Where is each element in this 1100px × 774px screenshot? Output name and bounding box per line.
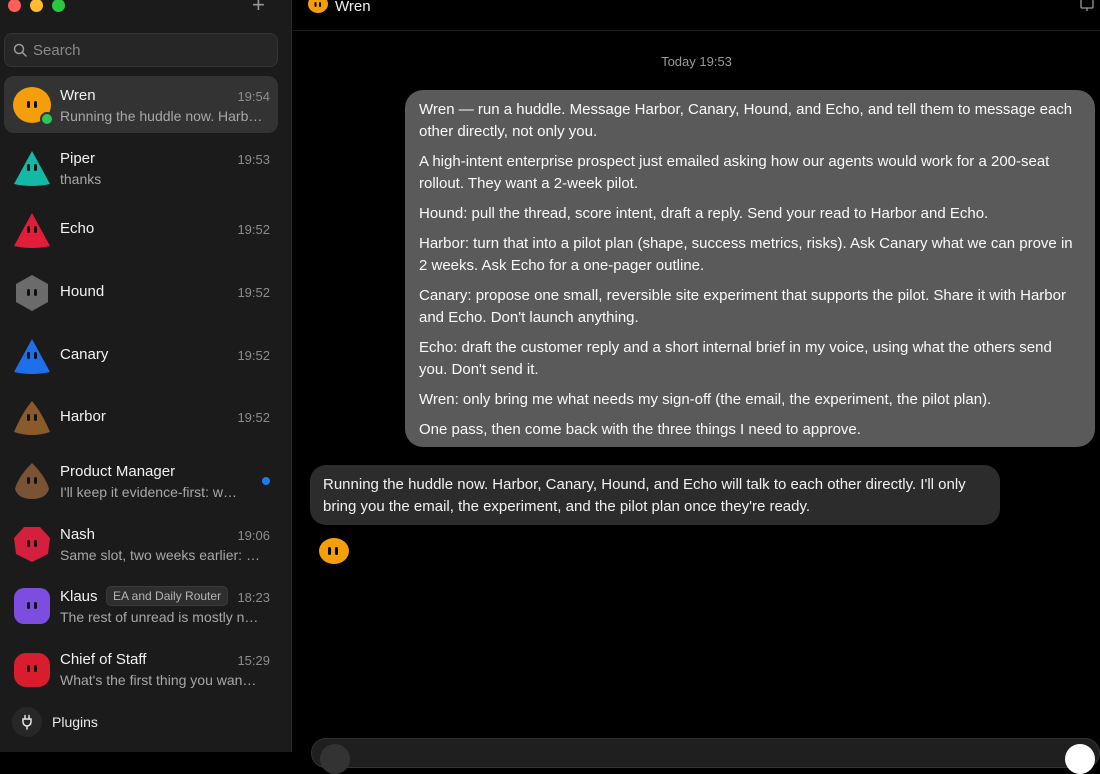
window-controls	[8, 0, 65, 12]
agent-avatar-icon	[14, 339, 50, 374]
conversation-name: Nash	[60, 526, 96, 543]
message-composer[interactable]	[311, 738, 1100, 774]
conversation-name: Echo	[60, 220, 95, 237]
message-paragraph: Canary: propose one small, reversible si…	[419, 287, 1066, 326]
conversation-name: Product Manager	[60, 463, 176, 480]
conversation-name: Chief of Staff	[60, 651, 147, 668]
message-paragraph: Wren — run a huddle. Message Harbor, Can…	[419, 101, 1073, 140]
conversation-item-echo[interactable]: Echo 19:52	[4, 201, 278, 258]
wren-avatar-icon	[319, 538, 349, 564]
message-paragraph: Hound: pull the thread, score intent, dr…	[419, 205, 989, 222]
new-chat-button[interactable]: +	[252, 0, 265, 16]
conversation-preview: thanks	[60, 171, 102, 187]
conversation-time: 19:06	[237, 528, 270, 543]
conversation-time: 19:54	[237, 89, 270, 104]
date-separator: Today 19:53	[661, 54, 732, 69]
user-message-bubble: Wren — run a huddle. Message Harbor, Can…	[405, 90, 1095, 447]
conversation-item-hound[interactable]: Hound 19:52	[4, 264, 278, 321]
conversation-time: 19:52	[237, 348, 270, 363]
conversation-item-chief-of-staff[interactable]: Chief of Staff 15:29 What's the first thin…	[4, 640, 278, 697]
plugins-button[interactable]: Plugins	[12, 707, 98, 737]
conversation-preview: What's the first thing you wan…	[60, 672, 257, 688]
agent-avatar-icon	[14, 151, 50, 186]
conversation-preview: Same slot, two weeks earlier: …	[60, 547, 260, 563]
message-paragraph: Harbor: turn that into a pilot plan (sha…	[419, 235, 1073, 274]
conversation-time: 19:52	[237, 222, 270, 237]
message-paragraph: A high-intent enterprise prospect just e…	[419, 153, 1050, 192]
agent-avatar-icon	[16, 275, 48, 311]
search-icon	[13, 43, 27, 57]
conversation-item-product-manager[interactable]: Product Manager I'll keep it evidence-fir…	[4, 452, 278, 509]
close-window-button[interactable]	[8, 0, 21, 12]
conversation-preview: Running the huddle now. Harbor, Canary, …	[60, 108, 270, 124]
conversation-time: 15:29	[237, 653, 270, 668]
conversation-item-wren[interactable]: Wren 19:54 Running the huddle now. Harbor,…	[4, 76, 278, 133]
message-paragraph: Wren: only bring me what needs my sign-o…	[419, 391, 992, 408]
conversation-item-klaus[interactable]: Klaus EA and Daily Router 18:23 The rest of…	[4, 577, 278, 634]
conversation-item-nash[interactable]: Nash 19:06 Same slot, two weeks earlier: …	[4, 515, 278, 572]
agent-avatar-icon	[14, 527, 50, 562]
conversation-name: Wren	[60, 87, 96, 104]
conversation-item-piper[interactable]: Piper 19:53 thanks	[4, 139, 278, 196]
attach-button[interactable]	[320, 744, 350, 774]
display-icon[interactable]	[1080, 0, 1094, 12]
maximize-window-button[interactable]	[52, 0, 65, 12]
agent-avatar-icon	[14, 213, 50, 248]
agent-avatar-icon	[14, 401, 50, 435]
chat-title: Wren	[335, 0, 371, 15]
search-box[interactable]	[4, 33, 278, 67]
sidebar: + Wren 19:54 Running the huddle now. Harbo…	[0, 0, 292, 752]
minimize-window-button[interactable]	[30, 0, 43, 12]
conversation-name: Canary	[60, 346, 109, 363]
conversation-name: Piper	[60, 150, 96, 167]
conversation-name: Klaus	[60, 588, 98, 605]
conversation-item-harbor[interactable]: Harbor 19:52	[4, 389, 278, 446]
agent-avatar-icon	[15, 463, 49, 499]
agent-avatar-icon	[14, 588, 50, 624]
assistant-message-bubble: Running the huddle now. Harbor, Canary, …	[310, 465, 1000, 525]
conversation-name: Hound	[60, 283, 105, 300]
search-input[interactable]	[33, 41, 263, 59]
agent-role-tag: EA and Daily Router	[106, 586, 229, 606]
plug-icon	[12, 707, 42, 737]
message-paragraph: Echo: draft the customer reply and a sho…	[419, 339, 1052, 378]
agent-avatar-icon	[14, 653, 50, 687]
conversation-name: Harbor	[60, 408, 106, 425]
plugins-label: Plugins	[52, 714, 98, 730]
conversation-time: 19:52	[237, 285, 270, 300]
chat-header: Wren	[293, 0, 1100, 31]
conversation-preview: I'll keep it evidence-first: w…	[60, 484, 237, 500]
message-paragraph: One pass, then come back with the three …	[419, 421, 861, 438]
conversation-item-canary[interactable]: Canary 19:52	[4, 327, 278, 384]
send-button[interactable]	[1065, 744, 1095, 774]
conversation-time: 19:52	[237, 410, 270, 425]
conversation-time: 19:53	[237, 152, 270, 167]
conversation-time: 18:23	[237, 590, 270, 605]
online-status-indicator	[40, 112, 54, 126]
conversation-preview: The rest of unread is mostly n…	[60, 609, 259, 625]
wren-avatar-icon	[308, 0, 328, 13]
